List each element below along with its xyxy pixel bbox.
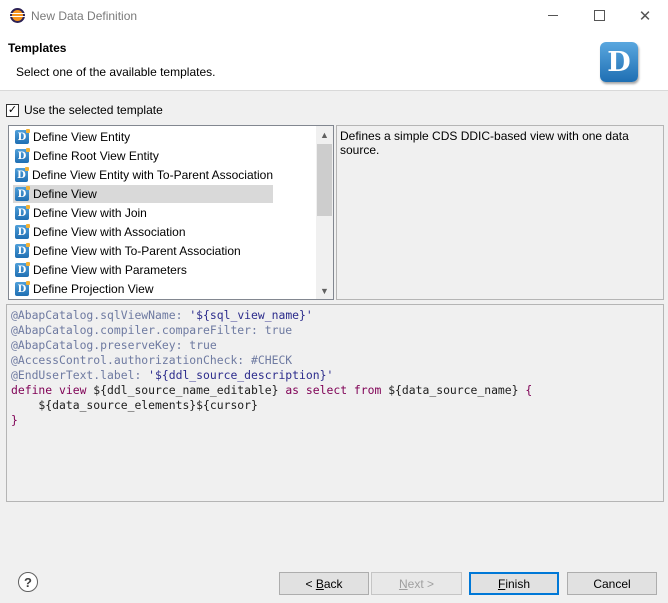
next-button[interactable]: Next > [371,572,462,595]
code-line: ${data_source_elements}${cursor} [11,398,659,413]
wizard-body: ✓ Use the selected template D Define Proj… [0,91,668,603]
template-list-item-label: Define View with Parameters [33,263,187,277]
code-line: } [11,413,659,428]
page-description: Select one of the available templates. [16,65,216,79]
template-list-scrollbar[interactable]: ▲ ▼ [316,126,333,299]
next-mnemonic: N [398,576,408,591]
back-rest: ack [323,576,343,591]
template-list-item-label: Define Projection View [33,282,154,296]
code-token: @AbapCatalog.compiler.compareFilter: tru… [11,323,293,337]
template-list-item-label: Define View with To-Parent Association [33,244,241,258]
data-definition-icon: D [15,224,30,239]
data-definition-icon: D [15,186,30,201]
cancel-button[interactable]: Cancel [567,572,657,595]
page-title: Templates [8,41,67,55]
template-list-item-label: Define View with Association [33,225,186,239]
data-definition-icon: D [600,42,638,82]
template-list-item-label: Define View Entity with To-Parent Associ… [31,168,273,182]
template-list[interactable]: D Define Projection View D Define View with… [8,125,334,300]
data-definition-icon: D [15,129,30,144]
code-token: @AbapCatalog.sqlViewName: [11,308,190,322]
use-template-label[interactable]: Use the selected template [24,103,163,117]
help-icon[interactable]: ? [18,572,38,592]
template-list-item[interactable]: D Define Projection View [13,280,273,298]
back-prefix: < [305,576,316,591]
template-list-item[interactable]: D Define View with Association [13,223,273,241]
template-list-item-label: Define View Entity [33,130,131,144]
use-template-checkbox[interactable]: ✓ [6,103,19,117]
code-token: @AccessControl.authorizationCheck: #CHEC… [11,353,293,367]
maximize-icon[interactable] [576,0,622,31]
code-line: @AbapCatalog.preserveKey: true [11,338,659,353]
back-button[interactable]: < Back [279,572,369,595]
code-line: @AbapCatalog.sqlViewName: '${sql_view_na… [11,308,659,323]
template-list-item-label: Define View with Join [33,206,147,220]
code-token: ${data_source_name} [388,383,526,397]
scroll-down-icon[interactable]: ▼ [316,282,333,299]
finish-button[interactable]: Finish [469,572,559,595]
code-token: @AbapCatalog.preserveKey: true [11,338,217,352]
back-mnemonic: B [315,576,324,591]
next-rest: ext > [407,576,435,591]
scroll-thumb[interactable] [317,144,332,216]
title-bar: New Data Definition ✕ [0,0,668,32]
data-definition-icon: D [15,281,30,296]
template-description: Defines a simple CDS DDIC-based view wit… [336,125,664,300]
code-token: define view [11,383,94,397]
code-token: ${data_source_elements}${cursor} [11,398,258,412]
code-token: '${sql_view_name}' [189,308,313,322]
code-line: @EndUserText.label: '${ddl_source_descri… [11,368,659,383]
code-token: '${ddl_source_description}' [148,368,334,382]
template-list-item[interactable]: D Define View [13,185,273,203]
close-icon[interactable]: ✕ [622,0,668,31]
finish-rest: inish [505,576,531,591]
code-line: @AbapCatalog.compiler.compareFilter: tru… [11,323,659,338]
template-list-item-label: Define View [33,187,97,201]
code-line: define view ${ddl_source_name_editable} … [11,383,659,398]
template-list-item[interactable]: D Define View with To-Parent Association [13,242,273,260]
window-title: New Data Definition [31,9,138,23]
template-list-item-label: Define Root View Entity [33,149,159,163]
finish-mnemonic: F [497,576,506,591]
data-definition-icon: D [15,205,30,220]
code-line: @AccessControl.authorizationCheck: #CHEC… [11,353,659,368]
data-definition-icon: D [15,243,30,258]
code-token: { [525,383,533,397]
eclipse-app-icon [10,8,25,23]
data-definition-icon: D [15,167,29,182]
wizard-header: Templates Select one of the available te… [0,32,668,90]
template-list-item[interactable]: D Define View with Parameters [13,261,273,279]
template-list-item[interactable]: D Define View Entity with To-Parent Assoc… [13,166,273,184]
data-definition-icon: D [15,262,30,277]
template-list-item[interactable]: D Define Root View Entity [13,147,273,165]
template-list-item[interactable]: D Define View with Join [13,204,273,222]
code-token: } [11,413,18,427]
template-list-item[interactable]: D Define View Entity [13,128,273,146]
use-template-checkbox-row[interactable]: ✓ Use the selected template [6,103,163,117]
code-token: as select from [285,383,389,397]
minimize-icon[interactable] [530,0,576,31]
template-preview-code: @AbapCatalog.sqlViewName: '${sql_view_na… [6,304,664,502]
code-token: @EndUserText.label: [11,368,149,382]
data-definition-icon: D [15,148,30,163]
code-token: ${ddl_source_name_editable} [93,383,286,397]
scroll-up-icon[interactable]: ▲ [316,126,333,143]
